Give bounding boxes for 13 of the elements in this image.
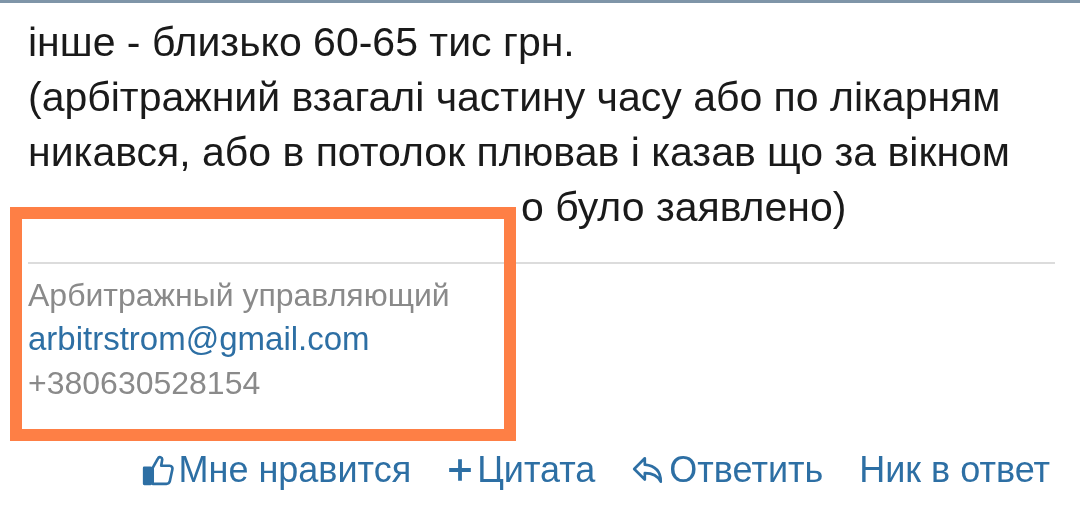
phone-number: +380630528154 [28,364,261,403]
email-link[interactable]: arbitrstrom@gmail.com [28,317,370,361]
action-link[interactable]: Ник в ответ [859,448,1050,492]
action-link[interactable]: Мне нравится [140,448,412,492]
thumbs-up-icon [140,453,175,487]
post-text-line: никався, або в потолок плював і казав що за вікном [28,128,1011,177]
post-text-line: інше - близько 60-65 тис грн. [28,18,575,67]
post-text-line: о було заявлено) [521,183,847,232]
post-text-line: (арбітражний взагалі частину часу або по лікарням [28,73,1001,122]
action-link[interactable]: Ответить [631,448,824,492]
signature-title: Арбитражный управляющий [28,276,450,315]
plus-icon [447,457,474,483]
action-link[interactable]: Цитата [447,448,596,492]
